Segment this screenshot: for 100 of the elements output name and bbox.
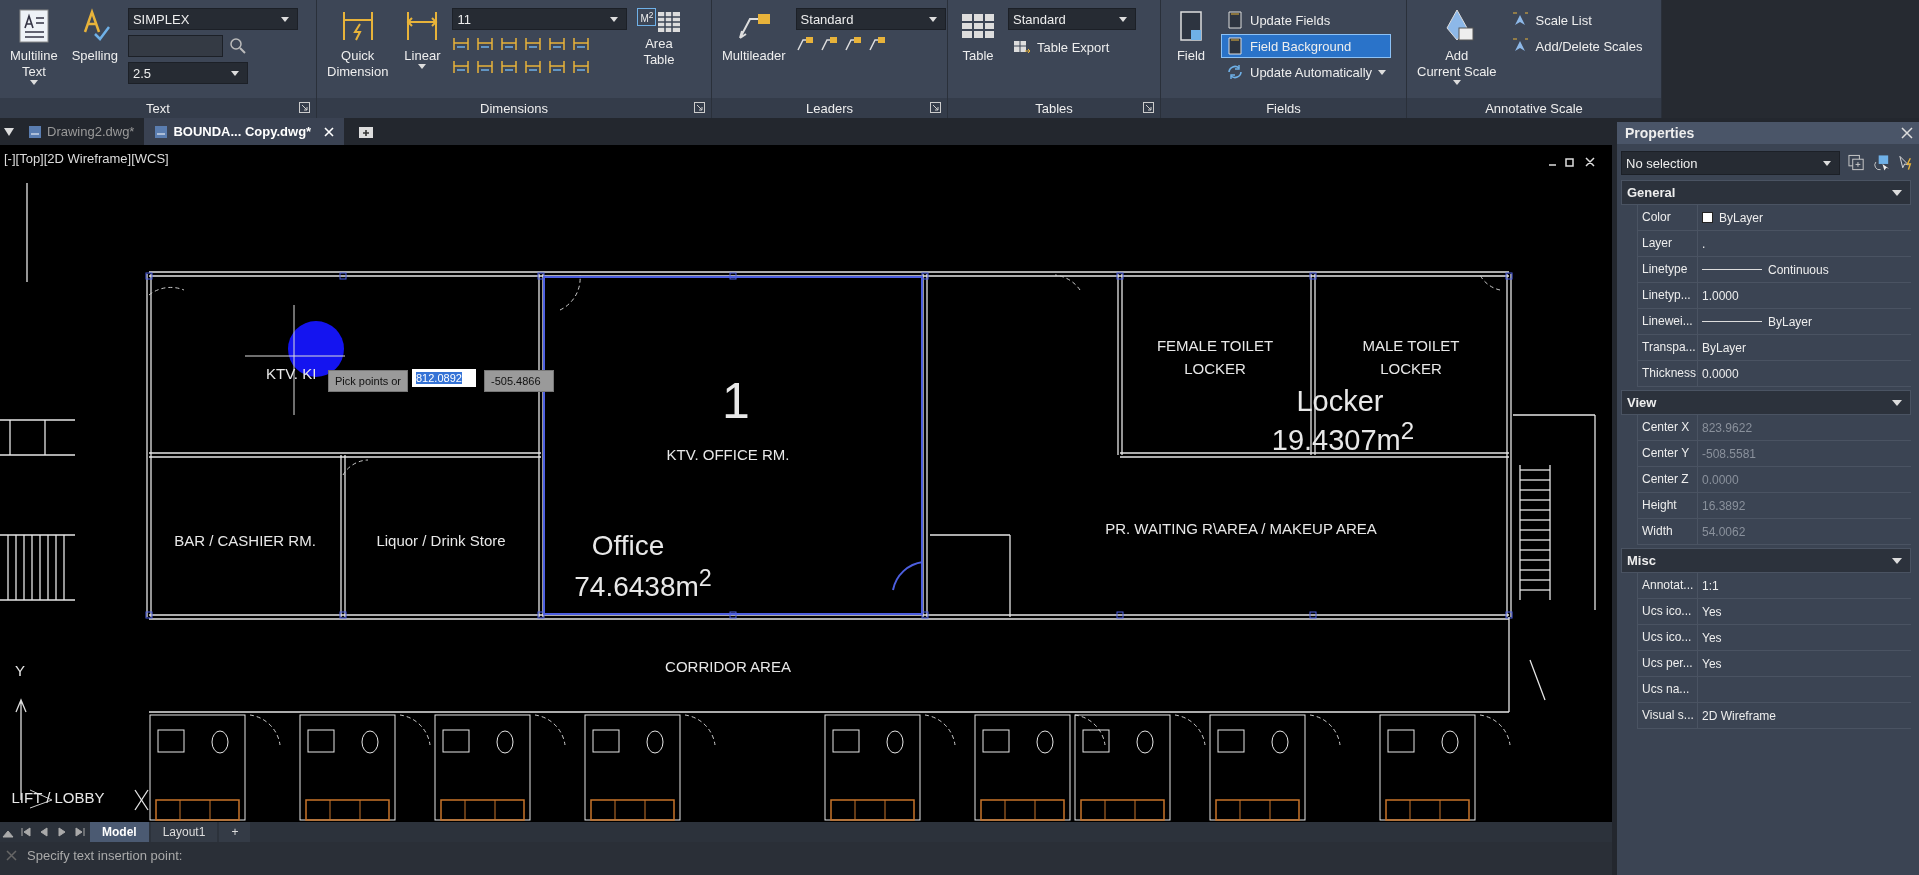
property-label: Height (1638, 493, 1698, 518)
field-document-icon[interactable] (1226, 11, 1244, 29)
dimension-tool-icon[interactable] (452, 58, 471, 76)
caret-icon (928, 16, 937, 22)
dimension-tool-icon[interactable] (476, 35, 495, 53)
property-value[interactable]: ByLayer (1702, 340, 1747, 355)
dimension-tool-icon[interactable] (524, 58, 543, 76)
viewport-controls-icon[interactable] (1548, 157, 1596, 167)
dialog-launcher-icon[interactable] (299, 102, 310, 113)
dimension-tool-icon[interactable] (572, 58, 591, 76)
property-value[interactable]: 0.0000 (1702, 366, 1739, 381)
multiline-text-button[interactable]: Multiline Text (6, 6, 62, 87)
spelling-button[interactable]: Spelling (67, 6, 122, 66)
multileader-button[interactable]: Multileader (718, 6, 790, 66)
viewport-label[interactable]: [-][Top][2D Wireframe][WCS] (4, 151, 169, 166)
dimension-tool-icon[interactable] (524, 35, 543, 53)
dimension-tool-icon[interactable] (548, 58, 567, 76)
room-label: CORRIDOR AREA (665, 658, 791, 674)
select-objects-icon[interactable] (1872, 154, 1890, 172)
table-export-icon[interactable] (1013, 38, 1031, 56)
leader-tool-icon[interactable] (819, 35, 838, 53)
table-button[interactable]: Table (954, 6, 1002, 66)
room-label: Liquor / Drink Store (376, 532, 506, 548)
table-export-button[interactable]: Table Export (1008, 35, 1136, 59)
property-label: Ucs per... (1638, 651, 1698, 676)
property-label: Color (1638, 205, 1698, 230)
dimension-style-dropdown[interactable]: 11 (452, 8, 628, 30)
section-header[interactable]: General (1621, 180, 1911, 205)
field-command-button[interactable]: Update Fields (1221, 8, 1392, 32)
document-tab[interactable]: BOUNDA... Copy.dwg* (144, 118, 345, 145)
navigation-arrow-icon[interactable] (73, 825, 87, 839)
caret-icon (280, 16, 289, 22)
dialog-launcher-icon[interactable] (694, 102, 705, 113)
property-value[interactable]: Continuous (1768, 262, 1829, 277)
panel-title: Tables (1035, 100, 1073, 116)
add-layout-button[interactable]: + (219, 822, 251, 842)
layout-tab[interactable]: Model (90, 822, 149, 842)
dimension-tool-icon[interactable] (476, 58, 495, 76)
leader-tool-icon[interactable] (843, 35, 862, 53)
scale-command-button[interactable]: Add/Delete Scales (1506, 34, 1648, 58)
spell-check-icon[interactable] (228, 37, 247, 55)
dialog-launcher-icon[interactable] (1143, 102, 1154, 113)
section-header[interactable]: Misc (1621, 548, 1911, 573)
property-value[interactable]: Yes (1702, 604, 1722, 619)
dialog-launcher-icon[interactable] (930, 102, 941, 113)
caret-icon (1119, 16, 1127, 22)
font-dropdown[interactable]: SIMPLEX (127, 8, 298, 30)
scale-command-button[interactable]: Scale List (1506, 8, 1648, 32)
panel-title: Text (146, 100, 170, 116)
x-coordinate-input[interactable]: 812.0892 (412, 369, 476, 387)
property-value[interactable]: ByLayer (1768, 314, 1813, 329)
property-value[interactable]: Yes (1702, 656, 1722, 671)
document-tab[interactable]: Drawing2.dwg* (18, 118, 145, 145)
property-value[interactable]: 1:1 (1702, 578, 1719, 593)
linear-button[interactable]: Linear (398, 6, 447, 71)
room-label: 1 (722, 376, 750, 426)
room-label: 74.6438m$^{2}$ (574, 566, 712, 602)
leader-tool-icon[interactable] (795, 35, 814, 53)
property-label: Linetyp... (1638, 283, 1698, 308)
y-coordinate-input[interactable]: -505.4866 (484, 370, 554, 392)
quick-dimension-button[interactable]: Quick Dimension (323, 6, 393, 82)
area-table-button[interactable]: M$^{2}$ Area Table (633, 6, 685, 70)
field-document-icon[interactable] (1226, 37, 1244, 55)
table-style-dropdown[interactable]: Standard (1008, 8, 1136, 30)
refresh-icon[interactable] (1226, 63, 1244, 81)
property-value[interactable]: Yes (1702, 630, 1722, 645)
property-label: Linetype (1638, 257, 1698, 282)
selection-dropdown[interactable]: No selection (1621, 151, 1840, 175)
room-label: Office (591, 532, 665, 560)
leader-style-dropdown[interactable]: Standard (795, 8, 946, 30)
dimension-tool-icon[interactable] (572, 35, 591, 53)
dimension-tool-icon[interactable] (452, 35, 471, 53)
toggle-pickadd-icon[interactable] (1847, 154, 1865, 172)
text-height-dropdown[interactable]: 2.5 (127, 62, 248, 84)
property-value[interactable]: 2D Wireframe (1702, 708, 1776, 723)
panel-title: Fields (1266, 100, 1301, 116)
panel-title: Dimensions (480, 100, 548, 116)
new-tab-icon[interactable] (358, 124, 375, 139)
navigation-arrow-icon[interactable] (19, 825, 33, 839)
dimension-tool-icon[interactable] (548, 35, 567, 53)
dimension-tool-icon[interactable] (500, 58, 519, 76)
section-header[interactable]: View (1621, 390, 1911, 415)
property-label: Visual s... (1638, 703, 1698, 728)
caret-icon (29, 80, 38, 85)
text-input-field[interactable] (127, 35, 223, 57)
field-command-button[interactable]: Field Background (1221, 34, 1392, 58)
collapse-arrow-icon[interactable] (1892, 399, 1902, 406)
collapse-arrow-icon[interactable] (1892, 557, 1902, 564)
dimension-tool-icon[interactable] (500, 35, 519, 53)
leader-tool-icon[interactable] (867, 35, 886, 53)
property-value[interactable]: ByLayer (1719, 210, 1764, 225)
field-button[interactable]: Field (1167, 6, 1215, 66)
property-value[interactable]: 1.0000 (1702, 288, 1739, 303)
property-value[interactable]: . (1702, 236, 1706, 251)
field-command-button[interactable]: Update Automatically (1221, 60, 1392, 84)
line-sample (1702, 269, 1762, 270)
add-current-scale-button[interactable]: Add Current Scale (1413, 6, 1501, 87)
collapse-arrow-icon[interactable] (1892, 189, 1902, 196)
tab-menu-icon[interactable] (4, 127, 14, 136)
layout-tab[interactable]: Layout1 (150, 822, 218, 842)
